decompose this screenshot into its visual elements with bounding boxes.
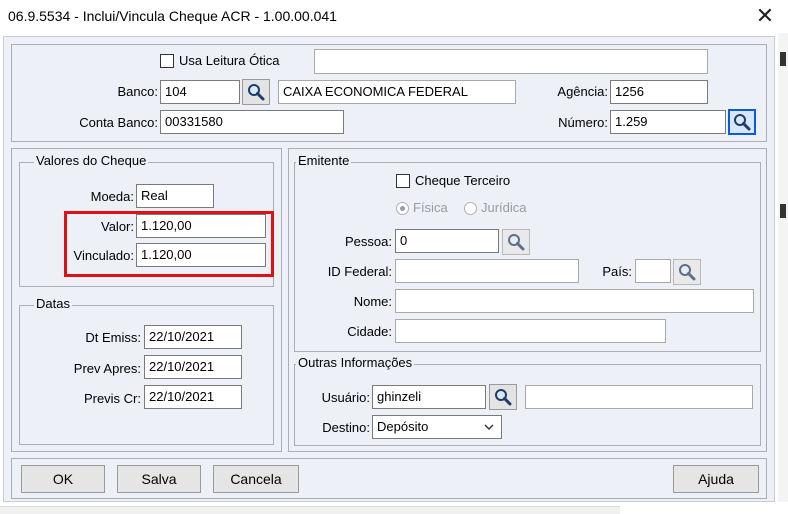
previs-cr-label: Previs Cr:: [83, 391, 141, 406]
cidade-input[interactable]: [395, 319, 666, 343]
vinculado-label: Vinculado:: [73, 248, 134, 263]
agencia-input[interactable]: 1256: [610, 80, 708, 104]
pais-input[interactable]: [635, 259, 671, 283]
background-marker: [780, 52, 786, 66]
background-marker: [780, 204, 786, 218]
cheque-terceiro-label: Cheque Terceiro: [415, 173, 511, 188]
usa-leitura-otica-label: Usa Leitura Ótica: [179, 53, 280, 68]
cheque-terceiro-checkbox[interactable]: [396, 174, 410, 188]
juridica-label: Jurídica: [481, 200, 527, 215]
background-window-edge: [0, 506, 620, 514]
numero-input[interactable]: 1.259: [610, 110, 726, 134]
previs-cr-input[interactable]: 22/10/2021: [144, 385, 242, 409]
pais-search-button[interactable]: [673, 259, 701, 285]
usuario-label: Usuário:: [321, 390, 370, 405]
magnifier-icon: [495, 389, 512, 406]
vinculado-input[interactable]: 1.120,00: [136, 243, 266, 267]
usa-leitura-otica-checkbox[interactable]: [160, 54, 174, 68]
fisica-label: Física: [413, 200, 448, 215]
usuario-search-button[interactable]: [489, 384, 517, 410]
background-window-strip: [778, 33, 788, 514]
outras-legend: Outras Informações: [296, 355, 415, 370]
magnifier-icon: [679, 264, 696, 281]
numero-label: Número:: [558, 115, 608, 130]
emitente-legend: Emitente: [296, 153, 352, 168]
banco-name-field: CAIXA ECONOMICA FEDERAL: [278, 80, 516, 104]
usuario-input[interactable]: ghinzeli: [372, 385, 486, 409]
prev-apres-input[interactable]: 22/10/2021: [144, 355, 242, 379]
banco-label: Banco:: [117, 84, 158, 99]
dt-emiss-label: Dt Emiss:: [85, 330, 141, 345]
numero-search-button[interactable]: [728, 109, 756, 135]
destino-value: Depósito: [377, 419, 429, 434]
magnifier-icon: [248, 84, 265, 101]
banco-search-button[interactable]: [242, 79, 270, 105]
close-icon[interactable]: ✕: [748, 2, 782, 30]
usuario-extra-field: [525, 385, 753, 409]
pessoa-input[interactable]: 0: [395, 229, 499, 253]
conta-banco-input[interactable]: 00331580: [160, 110, 344, 134]
conta-banco-label: Conta Banco:: [79, 115, 158, 130]
pessoa-label: Pessoa:: [345, 234, 392, 249]
nome-label: Nome:: [353, 294, 392, 309]
destino-label: Destino:: [322, 420, 370, 435]
pais-label: País:: [602, 264, 632, 279]
id-federal-input[interactable]: [395, 259, 579, 283]
agencia-label: Agência:: [557, 84, 608, 99]
datas-legend: Datas: [34, 296, 72, 311]
nome-input[interactable]: [395, 289, 754, 313]
banco-input[interactable]: 104: [160, 80, 240, 104]
id-federal-label: ID Federal:: [327, 264, 392, 279]
prev-apres-label: Prev Apres:: [73, 361, 141, 376]
dt-emiss-input[interactable]: 22/10/2021: [144, 325, 242, 349]
ok-button[interactable]: OK: [21, 465, 105, 493]
leitura-otica-input[interactable]: [314, 49, 708, 74]
destino-select[interactable]: Depósito: [372, 415, 502, 439]
juridica-radio[interactable]: [464, 202, 477, 215]
valor-label: Valor:: [101, 219, 134, 234]
valores-legend: Valores do Cheque: [34, 153, 149, 168]
ajuda-button[interactable]: Ajuda: [673, 465, 759, 493]
pessoa-search-button[interactable]: [502, 229, 530, 255]
salva-button[interactable]: Salva: [117, 465, 201, 493]
cidade-label: Cidade:: [347, 324, 392, 339]
chevron-down-icon: [484, 424, 494, 430]
magnifier-icon: [508, 234, 525, 251]
cancela-button[interactable]: Cancela: [213, 465, 299, 493]
window-title: 06.9.5534 - Inclui/Vincula Cheque ACR - …: [8, 8, 337, 24]
moeda-input[interactable]: Real: [136, 184, 214, 208]
magnifier-icon: [734, 114, 751, 131]
valor-input[interactable]: 1.120,00: [136, 214, 266, 238]
moeda-label: Moeda:: [90, 189, 134, 204]
fisica-radio[interactable]: [396, 202, 409, 215]
